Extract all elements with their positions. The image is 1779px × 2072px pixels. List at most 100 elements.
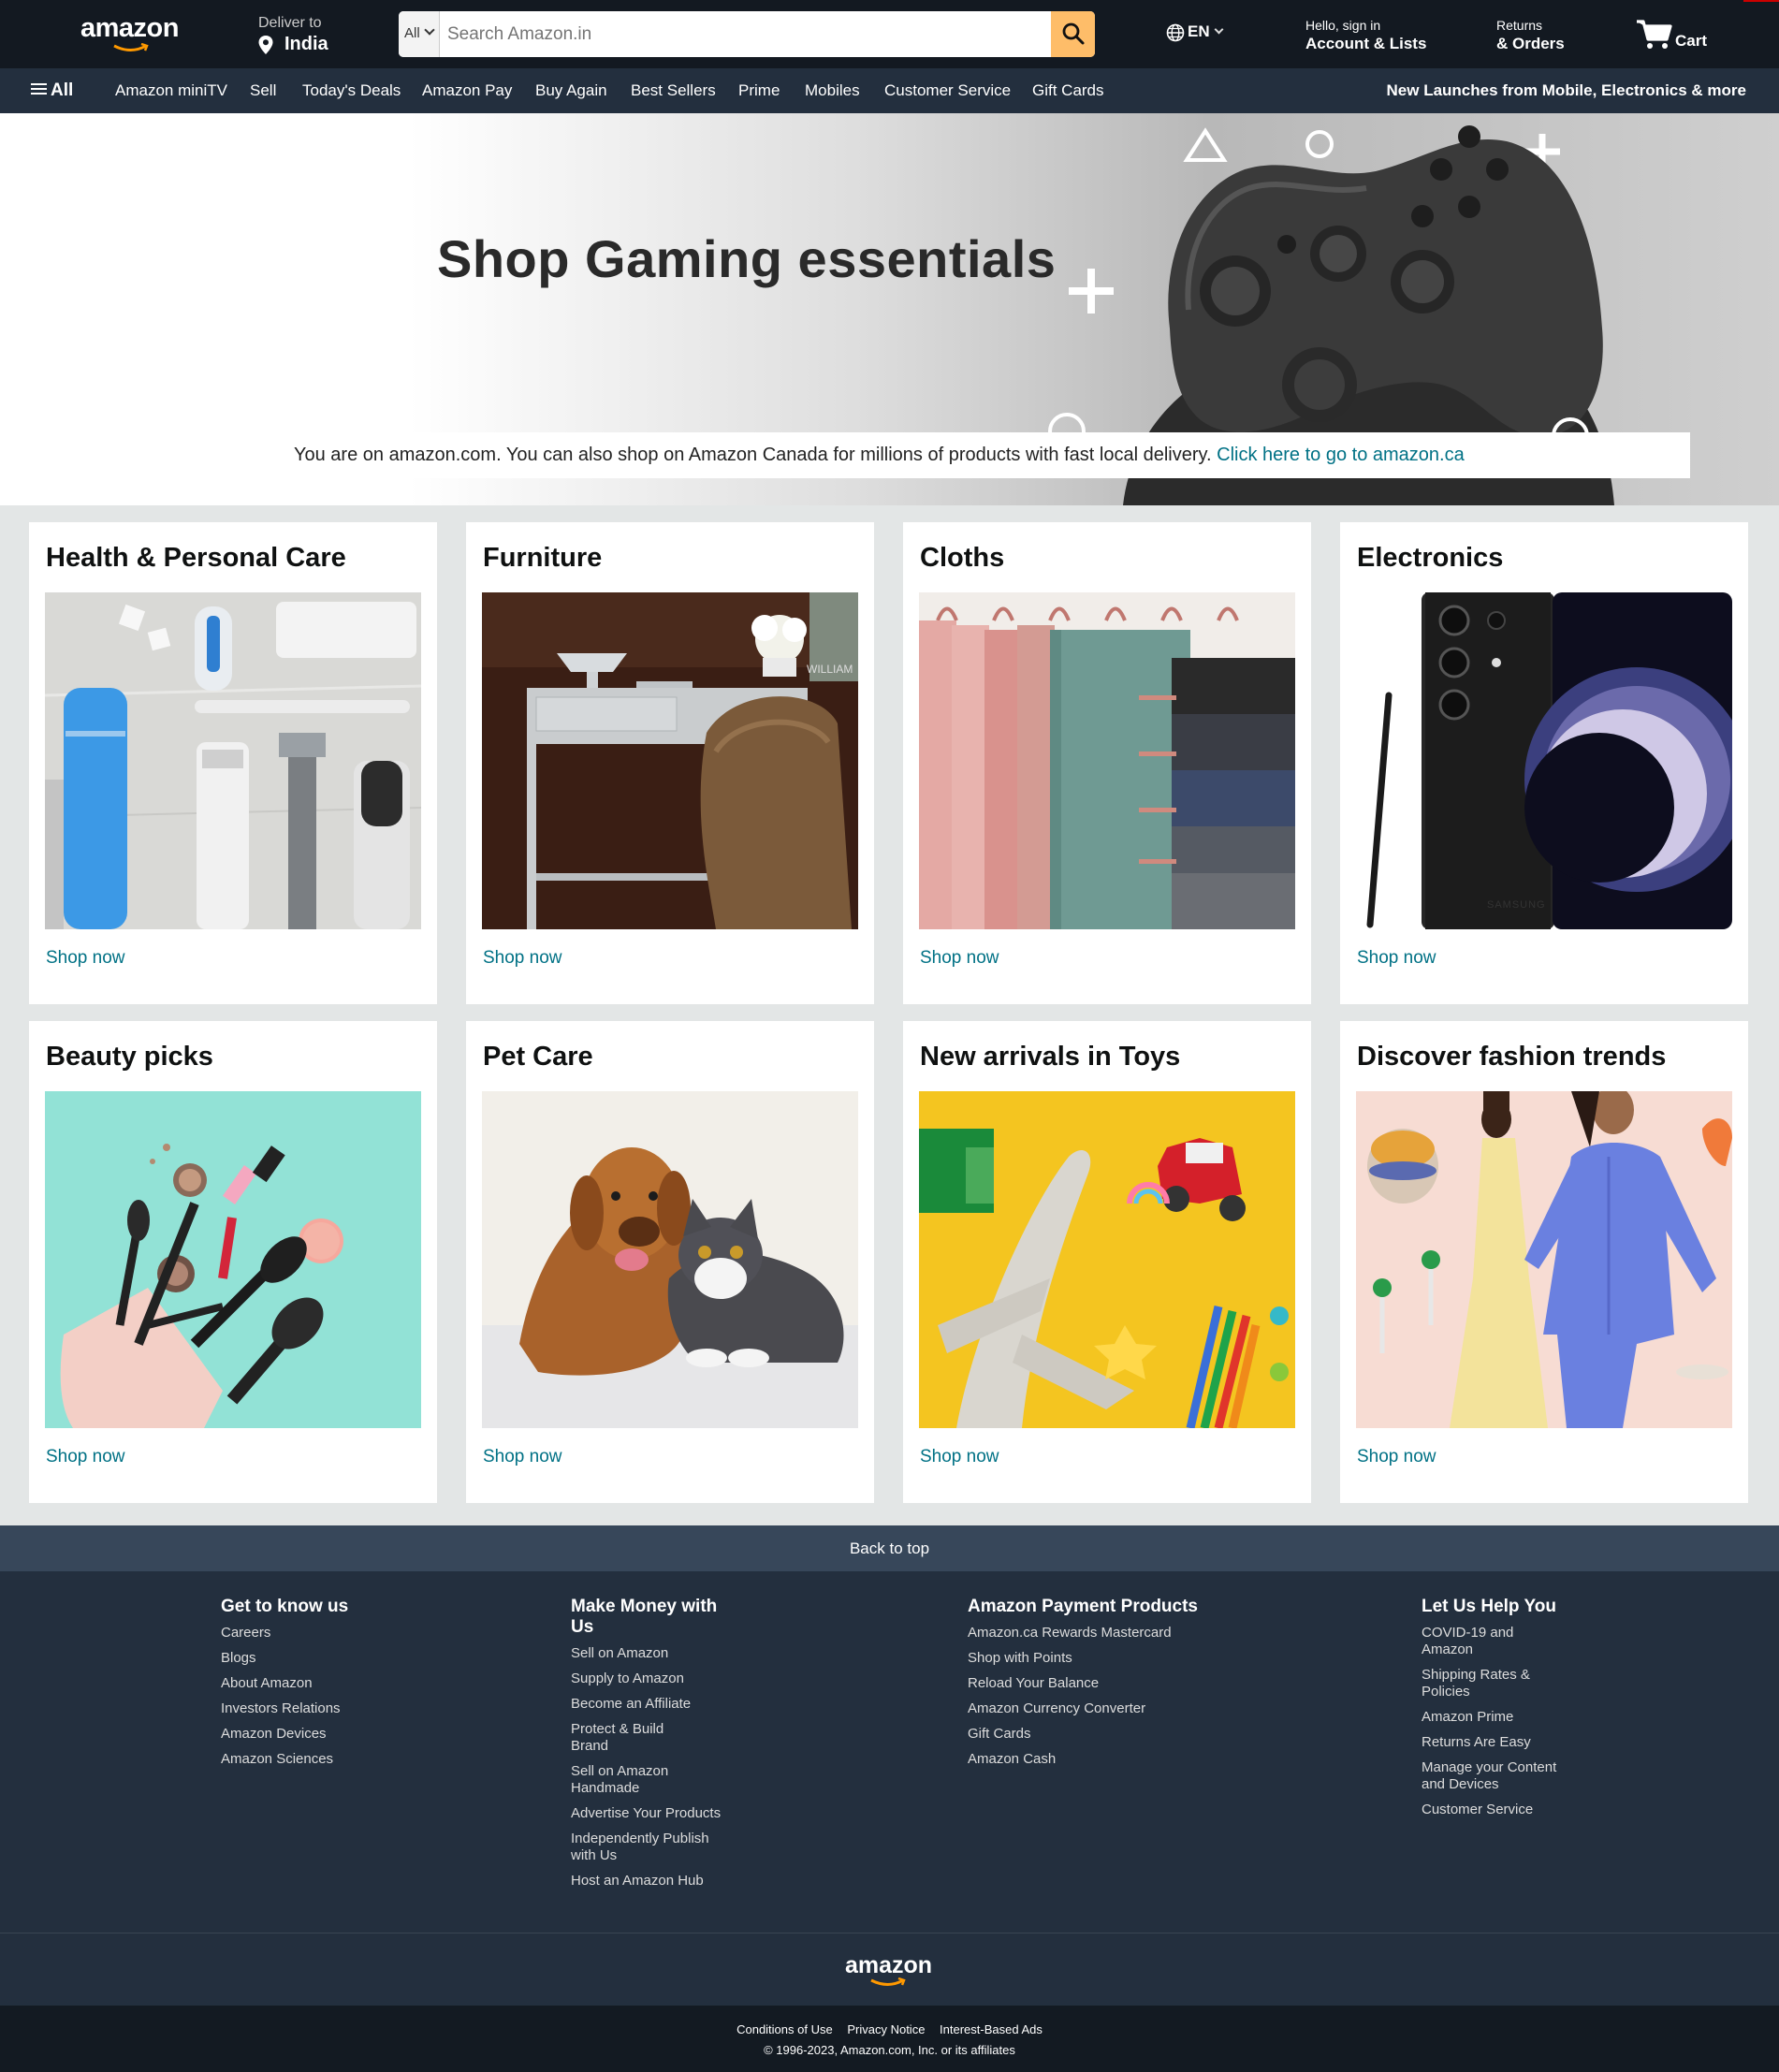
toys-image[interactable] (919, 1091, 1295, 1428)
footer-link[interactable]: Amazon Sciences (221, 1751, 348, 1768)
footer-link[interactable]: Blogs (221, 1650, 348, 1667)
chevron-down-icon (1214, 24, 1224, 35)
footer-link[interactable]: Protect & Build Brand (571, 1721, 683, 1755)
nav-item-sell[interactable]: Sell (250, 81, 276, 100)
card-furniture: Furniture WILLIAM Shop now (466, 522, 874, 1004)
footer-link[interactable]: Manage your Content and Devices (1422, 1759, 1571, 1793)
hamburger-icon (31, 80, 47, 97)
cart-label: Cart (1675, 32, 1708, 50)
returns-label: Returns (1496, 18, 1543, 33)
card-title: Pet Care (483, 1042, 593, 1072)
chevron-down-icon (424, 24, 435, 36)
card-cloths: Cloths Shop now (903, 522, 1311, 1004)
footer-logo-text: amazon (845, 1952, 933, 1978)
all-menu-button[interactable]: All (31, 80, 73, 101)
shop-now-link[interactable]: Shop now (1357, 948, 1436, 969)
shop-now-link[interactable]: Shop now (46, 948, 125, 969)
beauty-image[interactable] (45, 1091, 421, 1428)
nav-item-minitv[interactable]: Amazon miniTV (115, 81, 227, 100)
shop-now-link[interactable]: Shop now (920, 948, 999, 969)
search-category-select[interactable]: All (399, 11, 440, 57)
footer-link[interactable]: Amazon Devices (221, 1726, 348, 1743)
back-to-top-button[interactable]: Back to top (0, 1525, 1779, 1571)
legal-link-conditions[interactable]: Conditions of Use (736, 2022, 833, 2036)
legal-link-privacy[interactable]: Privacy Notice (847, 2022, 925, 2036)
footer-link[interactable]: Independently Publish with Us (571, 1831, 735, 1864)
search-input[interactable] (442, 11, 1050, 57)
footer-link[interactable]: Shipping Rates & Policies (1422, 1667, 1543, 1700)
card-pet-care: Pet Care Shop now (466, 1021, 874, 1503)
location-pin-icon (258, 36, 273, 54)
search-button[interactable] (1051, 11, 1095, 57)
logo-smile-icon (113, 43, 149, 51)
furniture-image[interactable]: WILLIAM (482, 592, 858, 929)
footer-link[interactable]: Amazon.ca Rewards Mastercard (968, 1625, 1198, 1642)
footer-link[interactable]: COVID-19 and Amazon (1422, 1625, 1534, 1658)
nav-item-prime[interactable]: Prime (738, 81, 780, 100)
footer-logo-bar: amazon (0, 1933, 1779, 2006)
pet-care-image[interactable] (482, 1091, 858, 1428)
footer-amazon-logo[interactable]: amazon (845, 1952, 933, 1986)
all-menu-label: All (51, 80, 74, 100)
footer-links: Get to know us Careers Blogs About Amazo… (0, 1571, 1779, 1933)
card-title: New arrivals in Toys (920, 1042, 1181, 1072)
language-selector[interactable]: EN (1166, 22, 1224, 42)
fashion-image[interactable] (1356, 1091, 1732, 1428)
account-lists[interactable]: Hello, sign in Account & Lists (1305, 18, 1426, 53)
electronics-image[interactable]: SAMSUNG (1356, 592, 1732, 929)
footer-link[interactable]: Become an Affiliate (571, 1696, 739, 1713)
nav-item-best-sellers[interactable]: Best Sellers (631, 81, 716, 100)
footer-link[interactable]: Advertise Your Products (571, 1805, 739, 1822)
footer-link[interactable]: Customer Service (1422, 1802, 1581, 1818)
nav-item-mobiles[interactable]: Mobiles (805, 81, 860, 100)
shop-now-link[interactable]: Shop now (1357, 1447, 1436, 1467)
footer-link[interactable]: Reload Your Balance (968, 1675, 1198, 1692)
card-new-arrivals-toys: New arrivals in Toys Shop now (903, 1021, 1311, 1503)
cart-button[interactable]: Cart (1636, 19, 1707, 57)
nav-item-customer-service[interactable]: Customer Service (884, 81, 1011, 100)
nav-item-amazon-pay[interactable]: Amazon Pay (422, 81, 512, 100)
copyright-text: © 1996-2023, Amazon.com, Inc. or its aff… (764, 2043, 1015, 2057)
deliver-label: Deliver to (258, 15, 322, 31)
shop-now-link[interactable]: Shop now (483, 1447, 562, 1467)
shop-now-link[interactable]: Shop now (483, 948, 562, 969)
search-category-label: All (404, 25, 420, 41)
footer-link[interactable]: Amazon Currency Converter (968, 1700, 1198, 1717)
footer-link[interactable]: Amazon Cash (968, 1751, 1198, 1768)
footer-link[interactable]: Gift Cards (968, 1726, 1198, 1743)
footer-link[interactable]: About Amazon (221, 1675, 348, 1692)
footer-link[interactable]: Host an Amazon Hub (571, 1873, 739, 1890)
legal-link-ads[interactable]: Interest-Based Ads (940, 2022, 1043, 2036)
footer-link[interactable]: Returns Are Easy (1422, 1734, 1581, 1751)
health-care-image[interactable] (45, 592, 421, 929)
footer-link[interactable]: Careers (221, 1625, 348, 1642)
card-title: Discover fashion trends (1357, 1042, 1667, 1072)
amazon-logo[interactable]: amazon (80, 13, 182, 54)
shop-now-link[interactable]: Shop now (920, 1447, 999, 1467)
footer-column-title: Let Us Help You (1422, 1597, 1556, 1616)
cloths-image[interactable] (919, 592, 1295, 929)
nav-item-todays-deals[interactable]: Today's Deals (302, 81, 401, 100)
shop-now-link[interactable]: Shop now (46, 1447, 125, 1467)
nav-promo-link[interactable]: New Launches from Mobile, Electronics & … (1387, 81, 1746, 100)
footer-link[interactable]: Shop with Points (968, 1650, 1198, 1667)
footer-link[interactable]: Sell on Amazon (571, 1645, 739, 1662)
locale-notice: You are on amazon.com. You can also shop… (273, 432, 1690, 478)
nav-item-buy-again[interactable]: Buy Again (535, 81, 607, 100)
returns-orders[interactable]: Returns & Orders (1496, 18, 1565, 53)
deliver-to[interactable]: Deliver to India (258, 15, 328, 55)
account-greeting: Hello, sign in (1305, 18, 1381, 33)
globe-icon (1166, 23, 1185, 41)
nav-item-gift-cards[interactable]: Gift Cards (1032, 81, 1104, 100)
card-electronics: Electronics SAMSUNG Shop now (1340, 522, 1748, 1004)
footer-link[interactable]: Supply to Amazon (571, 1671, 739, 1687)
language-label: EN (1188, 22, 1210, 40)
nav-bar: All Amazon miniTV Sell Today's Deals Ama… (0, 68, 1779, 113)
logo-smile-icon (870, 1977, 906, 1986)
footer-link[interactable]: Sell on Amazon Handmade (571, 1763, 693, 1797)
deliver-location: India (284, 34, 328, 54)
locale-notice-link[interactable]: Click here to go to amazon.ca (1217, 445, 1465, 465)
footer-link[interactable]: Investors Relations (221, 1700, 348, 1717)
footer-link[interactable]: Amazon Prime (1422, 1709, 1581, 1726)
card-fashion-trends: Discover fashion trends Shop now (1340, 1021, 1748, 1503)
